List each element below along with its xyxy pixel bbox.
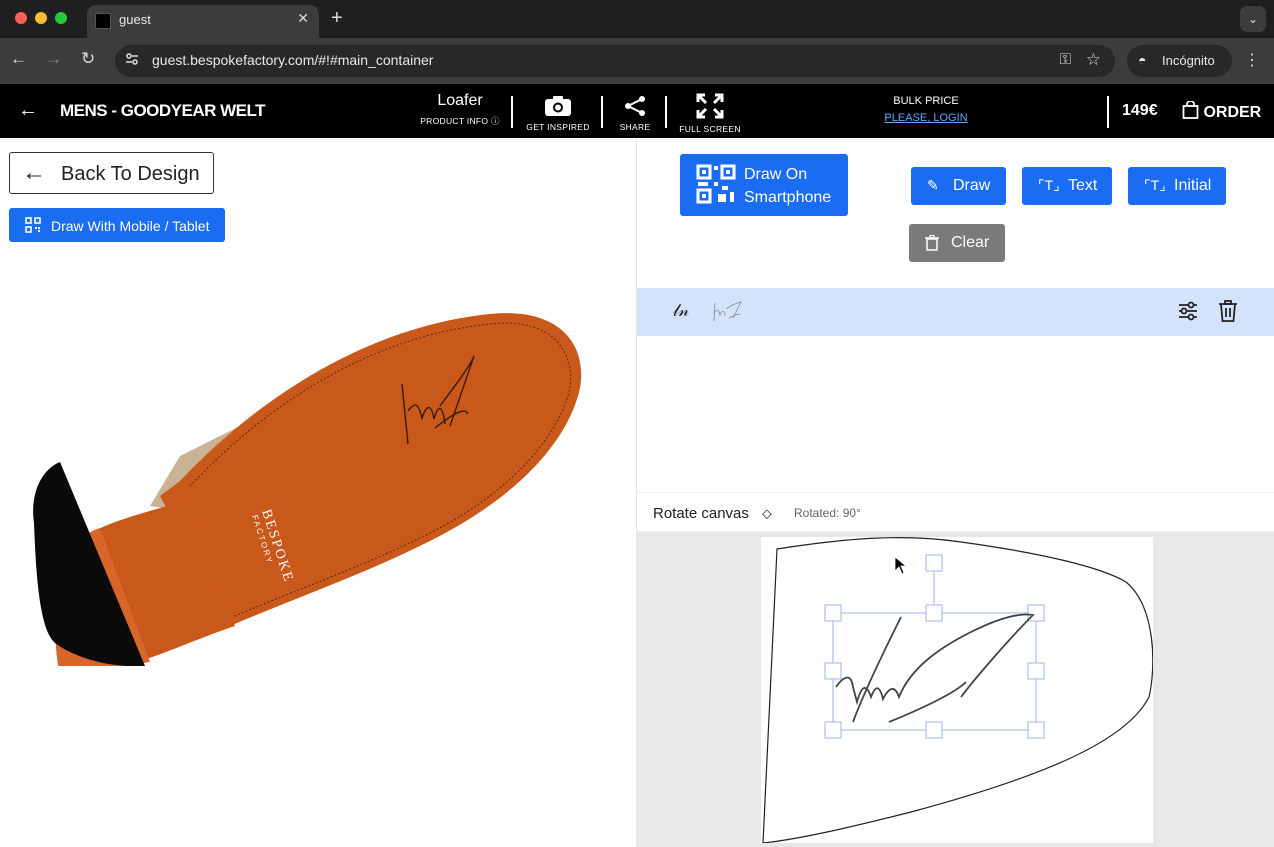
model-title: MENS - GOODYEAR WELT: [60, 101, 266, 120]
shoe-sole-preview[interactable]: BESPOKE FACTORY: [30, 306, 590, 666]
layer-row[interactable]: 𝓁𝓃: [637, 288, 1274, 336]
login-link[interactable]: PLEASE, LOGIN: [880, 112, 972, 124]
new-tab-icon[interactable]: +: [331, 7, 343, 30]
camera-icon: [545, 96, 571, 116]
fullscreen-icon: [696, 93, 724, 119]
sole-outline: [762, 537, 1153, 843]
product-name: Loafer: [437, 92, 483, 109]
maximize-window-button[interactable]: [55, 12, 67, 24]
qr-code-icon: [25, 217, 41, 233]
address-bar[interactable]: guest.bespokefactory.com/#!#main_contain…: [115, 45, 1115, 77]
layer-thumbnail: [713, 301, 742, 322]
browser-menu-icon[interactable]: ⋮: [1244, 50, 1260, 70]
draw-with-mobile-button[interactable]: Draw With Mobile / Tablet: [9, 208, 225, 242]
get-inspired-button[interactable]: GET INSPIRED: [524, 95, 592, 132]
trash-icon: [925, 235, 939, 251]
close-tab-icon[interactable]: ✕: [297, 10, 309, 27]
site-settings-icon[interactable]: [125, 52, 139, 66]
draw-label: Draw: [953, 177, 991, 194]
resize-handle[interactable]: [1027, 662, 1045, 680]
rotated-value: Rotated: 90°: [794, 506, 861, 520]
text-label: Text: [1068, 177, 1098, 194]
fullscreen-button[interactable]: FULL SCREEN: [678, 93, 742, 134]
tab-search-icon[interactable]: ⌄: [1240, 6, 1266, 32]
share-label: SHARE: [619, 122, 651, 132]
divider: [665, 96, 667, 128]
forward-icon[interactable]: →: [45, 49, 62, 69]
product-info-label: PRODUCT INFO: [420, 116, 489, 126]
rotate-canvas-bar: Rotate canvas ⬦ Rotated: 90°: [637, 492, 1274, 532]
order-button[interactable]: ORDER: [1182, 100, 1262, 122]
delete-layer-icon[interactable]: [1218, 300, 1238, 322]
tab-title: guest: [119, 12, 151, 27]
rotate-tag-icon[interactable]: ⬦: [762, 505, 772, 522]
resize-handle[interactable]: [824, 721, 842, 739]
divider: [601, 96, 603, 128]
drawing-canvas[interactable]: [761, 537, 1153, 843]
text-box-icon: ⌜T⌟: [1038, 177, 1060, 193]
initial-label: Initial: [1174, 177, 1212, 194]
back-icon[interactable]: ←: [10, 49, 27, 69]
resize-handle[interactable]: [824, 662, 842, 680]
resize-handle[interactable]: [1027, 721, 1045, 739]
password-key-icon[interactable]: ⚿: [1060, 51, 1071, 68]
favicon-icon: [95, 13, 111, 29]
clear-label: Clear: [951, 234, 990, 251]
signature-icon: 𝓁𝓃: [673, 301, 690, 320]
back-to-design-button[interactable]: ← Back To Design: [9, 152, 214, 194]
draw-on-smartphone-button[interactable]: Draw On Smartphone: [680, 154, 848, 216]
divider: [1107, 96, 1109, 128]
url-text: guest.bespokefactory.com/#!#main_contain…: [152, 52, 434, 68]
smartphone-label: Smartphone: [744, 189, 832, 206]
divider: [511, 96, 513, 128]
incognito-badge[interactable]: ◓ Incógnito: [1127, 45, 1232, 77]
price: 149€: [1122, 102, 1158, 119]
browser-toolbar: ← → ↻ guest.bespokefactory.com/#!#main_c…: [0, 38, 1274, 84]
preview-pane: ← Back To Design Draw With Mobile / Tabl…: [0, 138, 636, 847]
text-box-icon: ⌜T⌟: [1144, 177, 1166, 193]
rotate-canvas-label: Rotate canvas: [653, 505, 749, 522]
incognito-icon: ◓: [1138, 52, 1147, 68]
bookmark-star-icon[interactable]: ☆: [1086, 50, 1101, 70]
resize-handle[interactable]: [824, 604, 842, 622]
info-icon: ⓘ: [491, 116, 500, 126]
shopping-bag-icon: [1182, 100, 1199, 119]
app-header: ← MENS - GOODYEAR WELT Loafer PRODUCT IN…: [0, 84, 1274, 138]
arrow-left-icon: ←: [22, 159, 46, 186]
pen-icon: ✎: [927, 177, 939, 193]
draw-on-label: Draw On: [744, 166, 808, 183]
product-info-button[interactable]: Loafer PRODUCT INFO ⓘ: [420, 92, 500, 127]
editor-pane: Draw On Smartphone ✎ Draw ⌜T⌟ Text ⌜T⌟ I…: [636, 138, 1274, 847]
rotate-handle[interactable]: [925, 554, 943, 572]
incognito-label: Incógnito: [1162, 53, 1215, 68]
canvas-area: [637, 532, 1274, 847]
adjust-settings-icon[interactable]: [1177, 300, 1199, 322]
draw-with-mobile-label: Draw With Mobile / Tablet: [51, 218, 210, 234]
order-label: ORDER: [1203, 104, 1262, 121]
resize-handle[interactable]: [925, 604, 943, 622]
browser-tab-bar: guest ✕ + ⌄: [0, 0, 1274, 38]
minimize-window-button[interactable]: [35, 12, 47, 24]
bulk-price-label: BULK PRICE: [893, 95, 959, 107]
sole-body: [160, 313, 582, 626]
back-arrow-icon[interactable]: ←: [18, 99, 38, 122]
draw-tool-button[interactable]: ✎ Draw: [911, 167, 1006, 205]
resize-handle[interactable]: [925, 721, 943, 739]
get-inspired-label: GET INSPIRED: [526, 122, 590, 132]
close-window-button[interactable]: [15, 12, 27, 24]
bulk-price: BULK PRICE PLEASE, LOGIN: [880, 95, 972, 124]
reload-icon[interactable]: ↻: [81, 49, 95, 69]
fullscreen-label: FULL SCREEN: [679, 124, 741, 134]
clear-button[interactable]: Clear: [909, 224, 1005, 262]
share-button[interactable]: SHARE: [614, 95, 656, 132]
share-icon: [625, 96, 645, 116]
qr-code-icon: [696, 164, 736, 204]
initial-tool-button[interactable]: ⌜T⌟ Initial: [1128, 167, 1226, 205]
back-to-design-label: Back To Design: [61, 163, 200, 185]
text-tool-button[interactable]: ⌜T⌟ Text: [1022, 167, 1112, 205]
browser-tab[interactable]: guest ✕: [87, 5, 319, 38]
